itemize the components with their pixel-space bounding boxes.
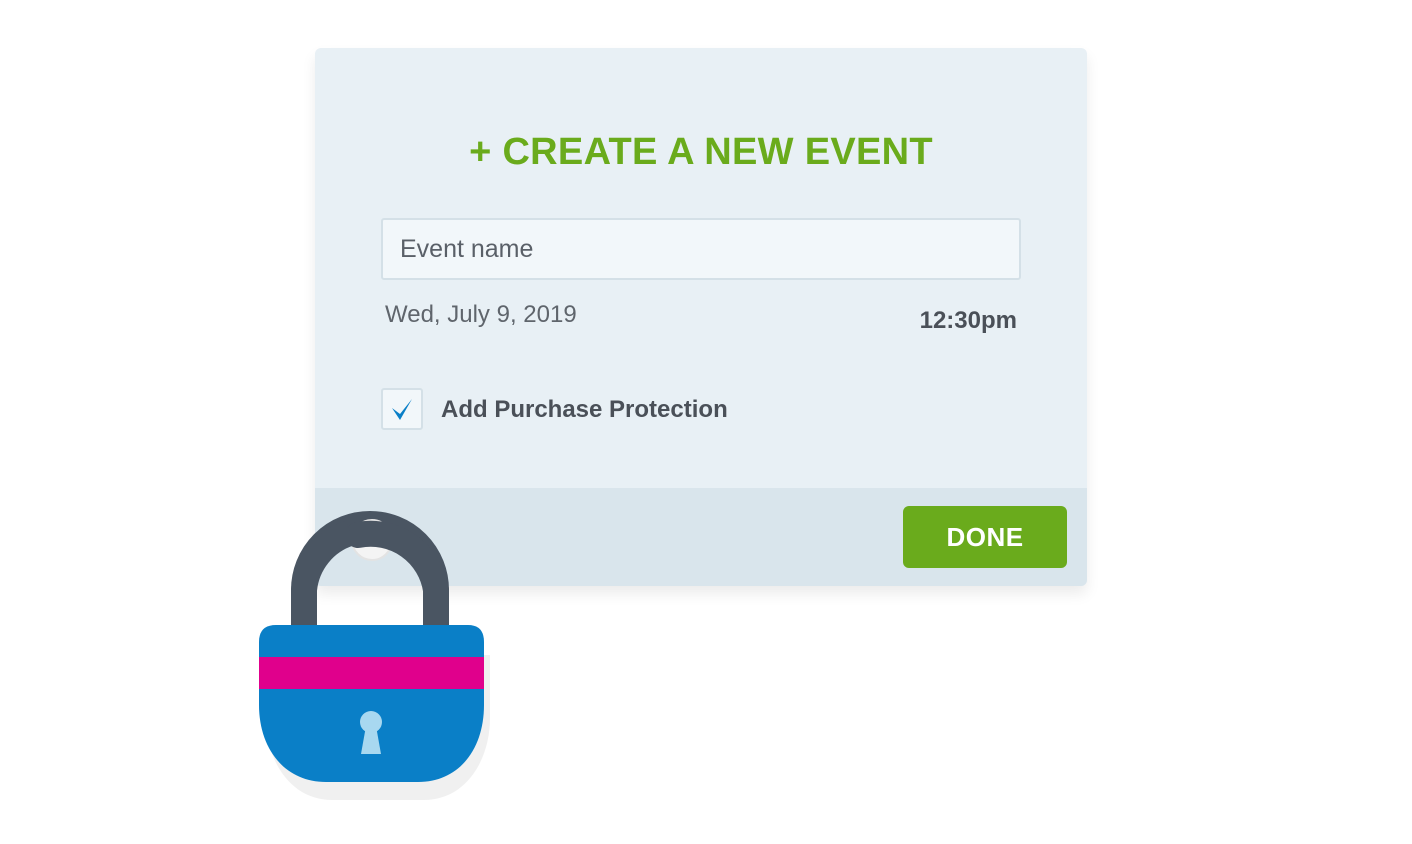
stage: + CREATE A NEW EVENT Wed, July 9, 2019 1… [0, 0, 1412, 844]
padlock-icon [259, 511, 490, 800]
dialog-title: + CREATE A NEW EVENT [469, 131, 933, 173]
checkmark-icon [392, 399, 412, 420]
event-name-input[interactable] [381, 218, 1021, 280]
event-time[interactable]: 12:30pm [920, 306, 1017, 336]
done-button[interactable]: DONE [903, 506, 1067, 568]
event-date[interactable]: Wed, July 9, 2019 [385, 300, 577, 330]
purchase-protection-checkbox[interactable] [381, 388, 423, 430]
purchase-protection-label[interactable]: Add Purchase Protection [441, 395, 728, 425]
